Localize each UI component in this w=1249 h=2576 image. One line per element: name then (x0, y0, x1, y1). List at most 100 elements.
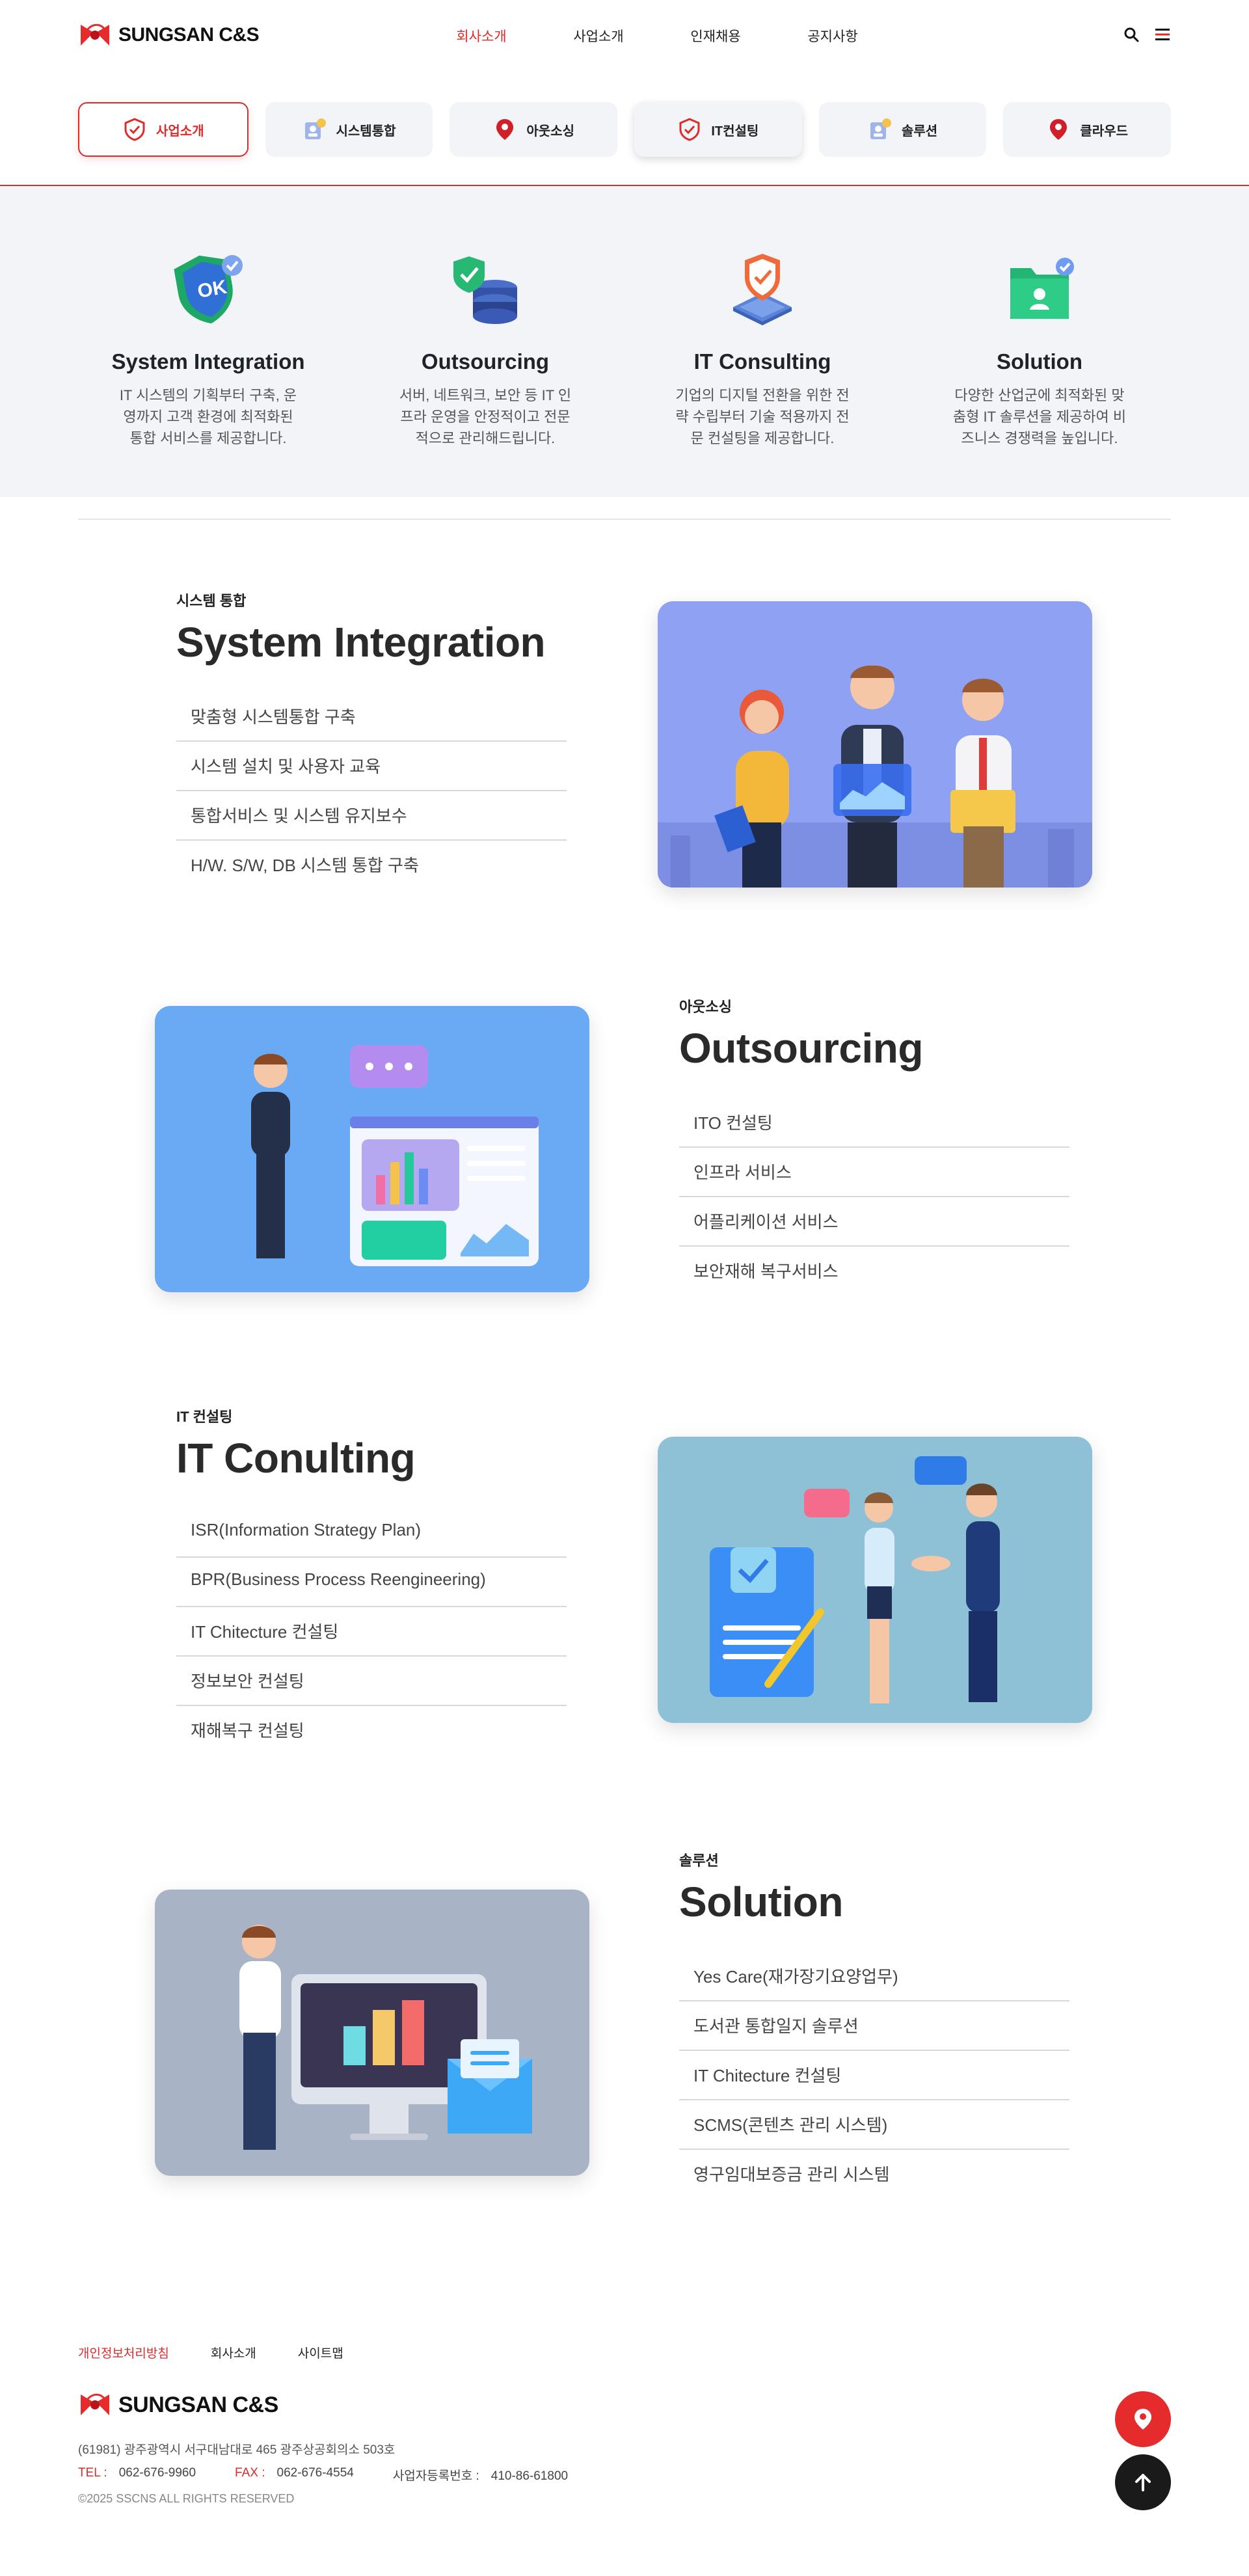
tab-label: 클라우드 (1080, 124, 1128, 139)
overview-item-outsourcing: Outsourcing 서버, 네트워크, 보안 등 IT 인프라 운영을 안정… (375, 242, 596, 449)
brand-name: SUNGSAN C&S (118, 2392, 278, 2417)
location-pin-icon (1135, 2409, 1151, 2430)
list-item: 재해복구 컨설팅 (191, 1721, 304, 1741)
biz-value: 410-86-61800 (490, 2469, 569, 2483)
footer-link-company[interactable]: 회사소개 (211, 2344, 256, 2361)
overview-item-solution: Solution 다양한 산업군에 최적화된 맞춤형 IT 솔루션을 제공하여 … (929, 242, 1150, 449)
list-item: IT Chitecture 컨설팅 (679, 2051, 1069, 2100)
list-item: 인프라 서비스 (679, 1148, 1069, 1197)
biz-info: 사업자등록번호 : 410-86-61800 (393, 2466, 568, 2484)
section-title: Solution (679, 1878, 843, 1925)
list-item: BPR(Business Process Reengineering) (176, 1558, 567, 1607)
list-item: ITO 컨설팅 (679, 1098, 1069, 1148)
section-kicker: 시스템 통합 (176, 593, 247, 609)
list-item: 보안재해 복구서비스 (693, 1262, 839, 1281)
badge-person-icon (304, 118, 326, 139)
search-icon[interactable] (1123, 26, 1140, 43)
tab-label: 아웃소싱 (526, 124, 574, 139)
section-text: 아웃소싱 Outsourcing ITO 컨설팅 인프라 서비스 어플리케이션 … (679, 996, 1069, 1296)
shield-check-icon (124, 118, 145, 141)
section-title: Outsourcing (679, 1025, 923, 1072)
overview-title: System Integration (111, 349, 305, 373)
tab-outsourcing[interactable]: 아웃소싱 (450, 102, 618, 157)
illustration (710, 1456, 1000, 1703)
presenter-dashboard-illustration (155, 1006, 589, 1292)
location-pin-icon (496, 119, 514, 140)
company-address: (61981) 광주광역시 서구대남대로 465 광주상공회의소 503호 (78, 2443, 396, 2457)
section-kicker: 솔루션 (679, 1852, 719, 1869)
logo-mark-icon (81, 2393, 109, 2415)
tab-label: IT컨설팅 (711, 124, 759, 139)
handshake-contract-illustration (658, 1437, 1092, 1723)
list-item: ISR(Information Strategy Plan) (176, 1508, 567, 1558)
tab-label: 솔루션 (901, 124, 938, 139)
copyright: ©2025 SSCNS ALL RIGHTS RESERVED (78, 2492, 295, 2505)
nav-item-recruit[interactable]: 인재채용 (657, 26, 774, 46)
business-overview: OK System Integration IT 시스템의 기획부터 구축, 운… (0, 186, 1249, 497)
overview-desc: IT 시스템의 기획부터 구축, 운영까지 고객 환경에 최적화된 통합 서비스… (119, 387, 297, 446)
overview-title: Solution (997, 349, 1082, 373)
site-header: SUNGSAN C&S 회사소개 사업소개 인재채용 공지사항 (0, 0, 1249, 72)
section-text: 시스템 통합 System Integration 맞춤형 시스템통합 구축 시… (176, 590, 567, 890)
list-item: 통합서비스 및 시스템 유지보수 (176, 791, 567, 841)
illustration (239, 1925, 532, 2150)
footer-logo: SUNGSAN C&S (78, 2388, 278, 2422)
list-item: H/W. S/W, DB 시스템 통합 구축 (191, 856, 419, 875)
overview-title: Outsourcing (421, 349, 550, 373)
tab-it-consulting[interactable]: IT컨설팅 (634, 102, 802, 157)
nav-item-company[interactable]: 회사소개 (423, 26, 540, 46)
list-item: 도서관 통합일지 솔루션 (679, 2001, 1069, 2051)
fax-label: FAX : (235, 2466, 265, 2480)
footer-link-privacy[interactable]: 개인정보처리방침 (78, 2344, 169, 2361)
header-tools (1123, 26, 1171, 43)
list-item: 맞춤형 시스템통합 구축 (176, 692, 567, 742)
folder-user-icon (1010, 258, 1074, 319)
tel-value: 062-676-9960 (118, 2466, 196, 2480)
section-title: System Integration (176, 619, 546, 666)
list-item: IT Chitecture 컨설팅 (176, 1607, 567, 1657)
category-tabs: 사업소개 시스템통합 아웃소싱 IT컨설팅 솔루션 클라우드 (78, 102, 1172, 157)
overview-desc: 다양한 산업군에 최적화된 맞춤형 IT 솔루션을 제공하여 비즈니스 경쟁력을… (952, 387, 1127, 446)
service-list: ISR(Information Strategy Plan) BPR(Busin… (176, 1508, 567, 1756)
nav-item-business[interactable]: 사업소개 (540, 26, 657, 46)
overview-item-system-integration: OK System Integration IT 시스템의 기획부터 구축, 운… (98, 242, 319, 449)
list-item: 어플리케이션 서비스 (679, 1197, 1069, 1247)
brand-logo[interactable]: SUNGSAN C&S (78, 18, 260, 52)
service-list: ITO 컨설팅 인프라 서비스 어플리케이션 서비스 보안재해 복구서비스 (679, 1098, 1069, 1296)
team-of-three-illustration (658, 601, 1092, 888)
brand-name: SUNGSAN C&S (118, 24, 260, 46)
section-kicker: IT 컨설팅 (176, 1409, 233, 1425)
scroll-to-top-button[interactable] (1115, 2454, 1171, 2510)
tab-system-integration[interactable]: 시스템통합 (265, 102, 433, 157)
tab-business[interactable]: 사업소개 (78, 102, 248, 157)
location-pin-icon (1050, 119, 1068, 140)
service-list: 맞춤형 시스템통합 구축 시스템 설치 및 사용자 교육 통합서비스 및 시스템… (176, 692, 567, 890)
tel-info: TEL : 062-676-9960 (78, 2466, 196, 2484)
site-footer: 개인정보처리방침 회사소개 사이트맵 SUNGSAN C&S (61981) 광… (0, 2336, 1249, 2576)
monitor-chart-mail-illustration (155, 1890, 589, 2176)
tel-label: TEL : (78, 2466, 107, 2480)
ok-shield-icon: OK (174, 255, 243, 324)
illustration (251, 1045, 539, 1266)
list-item: 영구임대보증금 관리 시스템 (693, 2165, 890, 2184)
tab-cloud[interactable]: 클라우드 (1003, 102, 1172, 157)
overview-desc: 서버, 네트워크, 보안 등 IT 인프라 운영을 안정적이고 전문적으로 관리… (399, 387, 572, 446)
location-button[interactable] (1115, 2391, 1171, 2447)
fax-value: 062-676-4554 (276, 2466, 354, 2480)
tab-solution[interactable]: 솔루션 (818, 102, 987, 157)
section-divider (78, 519, 1171, 520)
list-item: Yes Care(재가장기요양업무) (679, 1952, 1069, 2001)
illustration (658, 665, 1092, 888)
section-text: 솔루션 Solution Yes Care(재가장기요양업무) 도서관 통합일지… (679, 1849, 1069, 2199)
overview-desc: 기업의 디지털 전환을 위한 전략 수립부터 기술 적용까지 전문 컨설팅을 제… (675, 387, 850, 446)
fax-info: FAX : 062-676-4554 (235, 2466, 354, 2484)
badge-person-icon (870, 118, 891, 139)
list-item: 정보보안 컨설팅 (176, 1657, 567, 1706)
shield-check-icon (679, 118, 700, 141)
nav-item-notice[interactable]: 공지사항 (774, 26, 891, 46)
section-kicker: 아웃소싱 (679, 999, 732, 1015)
database-shield-icon (453, 256, 517, 324)
footer-links: 개인정보처리방침 회사소개 사이트맵 (78, 2344, 343, 2361)
hamburger-menu-icon[interactable] (1154, 26, 1171, 43)
footer-link-sitemap[interactable]: 사이트맵 (298, 2344, 343, 2361)
